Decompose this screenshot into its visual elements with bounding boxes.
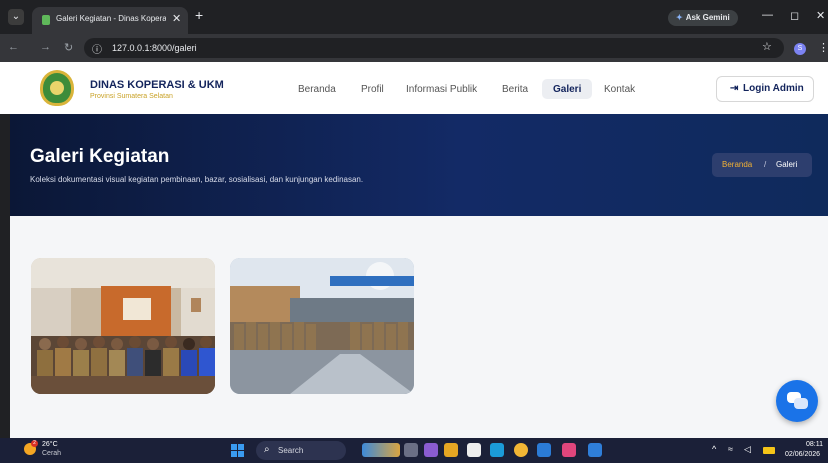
weather-badge: 2 [31, 440, 38, 447]
taskbar-search[interactable]: ⌕ Search [256, 441, 346, 460]
page-subtitle: Koleksi dokumentasi visual kegiatan pemb… [30, 175, 364, 184]
search-icon: ⌕ [264, 444, 270, 455]
tab-close-icon[interactable]: ✕ [172, 12, 181, 25]
browser-tab[interactable]: Galeri Kegiatan - Dinas Kopera ✕ [32, 7, 188, 34]
gallery-photo-1-image [31, 258, 215, 394]
breadcrumb-current: Galeri [776, 160, 798, 169]
nav-informasi-publik[interactable]: Informasi Publik [406, 84, 477, 95]
windows-taskbar: 2 26°C Cerah ⌕ Search ^ ≈ ◁ 08:11 02/06/… [0, 438, 828, 463]
reload-icon[interactable]: ↻ [64, 41, 73, 54]
site-info-icon[interactable]: ⓘ [92, 41, 102, 56]
browser-menu-icon[interactable]: ⋮ [818, 41, 828, 54]
nav-galeri[interactable]: Galeri [553, 84, 581, 95]
site-header: DINAS KOPERASI & UKM Provinsi Sumatera S… [0, 62, 828, 114]
profile-avatar[interactable]: S [794, 43, 806, 55]
weather-condition: Cerah [42, 450, 62, 457]
tab-favicon-icon [42, 15, 50, 25]
breadcrumb: Beranda / Galeri [712, 153, 812, 177]
brand-subtitle: Provinsi Sumatera Selatan [90, 93, 173, 100]
weather-temperature[interactable]: 26°C [42, 441, 58, 448]
widgets-app-icon[interactable] [362, 443, 400, 457]
clock-time[interactable]: 08:11 [806, 441, 823, 448]
nav-berita[interactable]: Berita [502, 84, 528, 95]
page-hero: Galeri Kegiatan Koleksi dokumentasi visu… [10, 114, 828, 216]
gemini-spark-icon: ✦ [676, 13, 683, 22]
browser-toolbar: ← → ↻ ⓘ 127.0.0.1:8000/galeri ☆ S ⋮ [0, 34, 828, 62]
page-title: Galeri Kegiatan [30, 146, 170, 167]
bookmark-star-icon[interactable]: ☆ [762, 40, 772, 53]
gallery-section [10, 216, 828, 438]
login-label: Login Admin [743, 83, 804, 94]
screen: ⌄ Galeri Kegiatan - Dinas Kopera ✕ + ✦ As… [0, 0, 828, 463]
chrome-browser-icon[interactable] [514, 443, 528, 457]
tab-title: Galeri Kegiatan - Dinas Kopera [56, 14, 166, 23]
minimize-icon[interactable]: — [762, 9, 773, 21]
music-app-icon[interactable] [562, 443, 576, 457]
nav-kontak[interactable]: Kontak [604, 84, 635, 95]
file-explorer-icon[interactable] [444, 443, 458, 457]
task-view-icon[interactable] [404, 443, 418, 457]
nav-profil[interactable]: Profil [361, 84, 384, 95]
clock-date[interactable]: 02/06/2026 [785, 451, 820, 458]
url-text: 127.0.0.1:8000/galeri [112, 43, 197, 53]
volume-icon[interactable]: ◁ [744, 444, 751, 455]
gemini-label: Ask Gemini [685, 13, 730, 22]
gallery-photo-2[interactable] [230, 258, 414, 394]
brand-title[interactable]: DINAS KOPERASI & UKM [90, 79, 224, 91]
store-app-icon[interactable] [537, 443, 551, 457]
site-logo[interactable] [40, 70, 74, 106]
nav-beranda[interactable]: Beranda [298, 84, 336, 95]
docs-app-icon[interactable] [467, 443, 481, 457]
copilot-app-icon[interactable] [424, 443, 438, 457]
vscode-app-icon[interactable] [588, 443, 602, 457]
battery-icon[interactable] [763, 447, 775, 454]
tray-chevron-icon[interactable]: ^ [712, 444, 716, 454]
ask-gemini-button[interactable]: ✦ Ask Gemini [668, 10, 738, 26]
gallery-photo-2-image [230, 258, 414, 394]
edge-browser-icon[interactable] [490, 443, 504, 457]
login-icon: ⇥ [730, 83, 739, 94]
address-bar[interactable]: ⓘ 127.0.0.1:8000/galeri [84, 38, 784, 58]
chat-button[interactable] [776, 380, 818, 422]
breadcrumb-home[interactable]: Beranda [722, 160, 752, 169]
tab-search-icon[interactable]: ⌄ [8, 9, 24, 25]
forward-icon[interactable]: → [40, 41, 51, 53]
back-icon[interactable]: ← [8, 41, 19, 53]
close-window-icon[interactable]: ✕ [816, 9, 825, 22]
new-tab-icon[interactable]: + [195, 7, 203, 23]
taskbar-search-label: Search [278, 446, 304, 455]
breadcrumb-separator: / [764, 160, 767, 169]
login-admin-button[interactable]: ⇥ Login Admin [716, 76, 814, 102]
wifi-icon[interactable]: ≈ [728, 444, 733, 454]
gallery-photo-1[interactable] [31, 258, 215, 394]
browser-tab-strip: ⌄ Galeri Kegiatan - Dinas Kopera ✕ + ✦ As… [0, 0, 828, 34]
start-button-icon[interactable] [231, 444, 244, 457]
maximize-icon[interactable]: ◻ [790, 9, 799, 22]
